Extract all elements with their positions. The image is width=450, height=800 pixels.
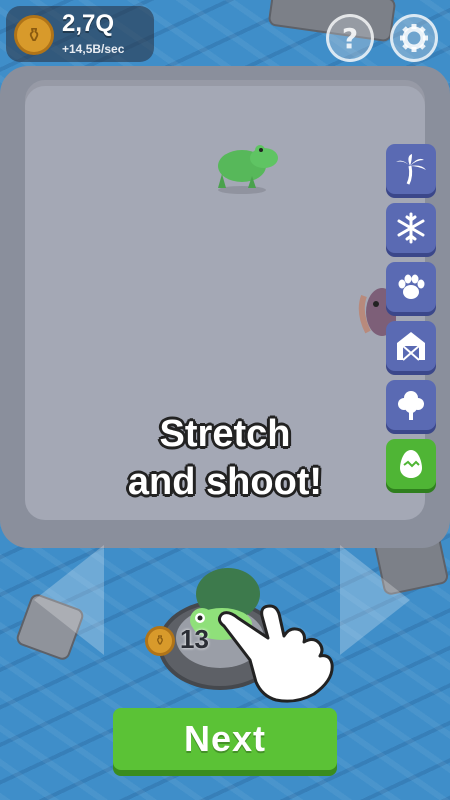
tutorial-caption: Stretch and shoot! [0,410,450,506]
gear-icon [400,24,428,52]
help-button[interactable]: ? [326,14,374,62]
frog-character [218,145,278,194]
pointing-hand-icon [217,604,334,703]
tab-animals[interactable] [386,262,436,312]
money-amount: 2,7Q [62,10,115,37]
next-button[interactable]: Next [113,708,337,770]
income-rate: +14,5B/sec [62,42,125,56]
coin-icon: ⚱ [14,15,54,55]
palm-tree-icon [396,154,426,185]
snowflake-icon [397,212,425,244]
tab-farm[interactable] [386,321,436,371]
caption-line-1: Stretch [159,413,291,455]
settings-button[interactable] [390,14,438,62]
tab-arctic[interactable] [386,203,436,253]
tab-tropical[interactable] [386,144,436,194]
launch-cost: 13 [180,624,209,654]
paw-icon [398,274,425,299]
barn-icon [397,332,425,361]
help-label: ? [341,21,359,55]
cost-coin-icon: ⚱ [145,626,175,656]
caption-line-2: and shoot! [127,461,323,503]
